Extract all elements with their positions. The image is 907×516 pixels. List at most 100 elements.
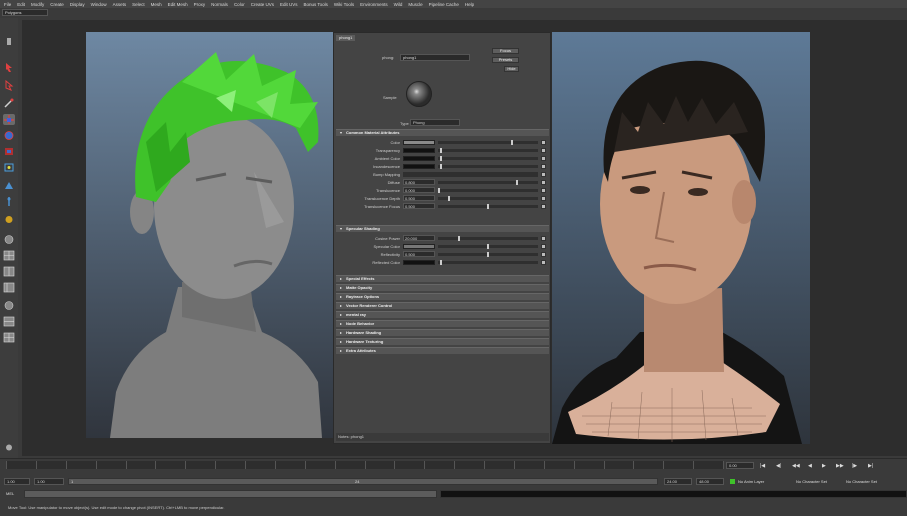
menu-create-uvs[interactable]: Create UVs — [251, 2, 274, 7]
reflected-color-swatch[interactable] — [403, 260, 435, 265]
character-set-selector[interactable]: No Character Set — [796, 479, 827, 484]
go-to-start-icon[interactable]: |◀ — [760, 463, 765, 469]
menu-muscle[interactable]: Muscle — [408, 2, 422, 7]
current-frame-field[interactable]: 0.00 — [726, 462, 754, 469]
show-manipulator-icon[interactable] — [3, 196, 15, 207]
diffuse-field[interactable]: 0.800 — [403, 179, 435, 185]
step-forward-key-icon[interactable]: |▶ — [852, 463, 857, 469]
end-time-field[interactable]: 48.00 — [696, 478, 724, 485]
reflectivity-field[interactable]: 0.500 — [403, 251, 435, 257]
menu-environments[interactable]: Environments — [360, 2, 388, 7]
soft-modification-icon[interactable] — [3, 180, 15, 191]
menu-wiki-tools[interactable]: Wiki Tools — [334, 2, 354, 7]
play-backward-icon[interactable]: ◀ — [808, 463, 812, 469]
map-button-icon[interactable] — [541, 236, 546, 241]
menu-window[interactable]: Window — [91, 2, 107, 7]
focus-button[interactable]: Focus — [492, 48, 519, 54]
section-node-behavior[interactable]: ▸ Node Behavior — [336, 320, 549, 327]
toolbox-toggle-icon[interactable] — [3, 442, 15, 453]
menu-edit-uvs[interactable]: Edit UVs — [280, 2, 298, 7]
color-slider[interactable] — [438, 140, 538, 145]
select-tool-icon[interactable] — [3, 62, 15, 73]
section-common-material[interactable]: ▾ Common Material Attributes — [336, 129, 549, 136]
start-range-field[interactable]: 1.00 — [34, 478, 64, 485]
menu-edit[interactable]: Edit — [17, 2, 25, 7]
translucence-field[interactable]: 0.000 — [403, 187, 435, 193]
section-special-effects[interactable]: ▸ Special Effects — [336, 275, 549, 282]
scale-tool-icon[interactable] — [3, 146, 15, 157]
layout-side-by-side-icon[interactable] — [3, 266, 15, 277]
map-button-icon[interactable] — [541, 196, 546, 201]
map-button-icon[interactable] — [541, 188, 546, 193]
incandescence-swatch[interactable] — [403, 164, 435, 169]
bump-field[interactable] — [403, 172, 538, 177]
lasso-tool-icon[interactable] — [3, 80, 15, 91]
presets-button[interactable]: Presets — [492, 57, 519, 63]
menu-modify[interactable]: Modify — [31, 2, 44, 7]
map-button-icon[interactable] — [541, 156, 546, 161]
menu-create[interactable]: Create — [50, 2, 64, 7]
color-swatch[interactable] — [403, 140, 435, 145]
layout-single-pane-icon[interactable] — [3, 234, 15, 245]
menu-file[interactable]: File — [4, 2, 11, 7]
map-button-icon[interactable] — [541, 260, 546, 265]
end-range-field[interactable]: 24.00 — [664, 478, 692, 485]
ambient-swatch[interactable] — [403, 156, 435, 161]
menu-mesh[interactable]: Mesh — [151, 2, 162, 7]
menu-color[interactable]: Color — [234, 2, 245, 7]
transparency-slider[interactable] — [438, 148, 538, 153]
map-button-icon[interactable] — [541, 244, 546, 249]
translucence-focus-slider[interactable] — [438, 204, 538, 209]
menu-wild[interactable]: Wild — [394, 2, 403, 7]
map-button-icon[interactable] — [541, 252, 546, 257]
specular-color-swatch[interactable] — [403, 244, 435, 249]
menu-normals[interactable]: Normals — [211, 2, 228, 7]
menu-help[interactable]: Help — [465, 2, 474, 7]
incandescence-slider[interactable] — [438, 164, 538, 169]
diffuse-slider[interactable] — [438, 180, 538, 185]
go-to-end-icon[interactable]: ▶| — [868, 463, 873, 469]
section-specular-shading[interactable]: ▾ Specular Shading — [336, 225, 549, 232]
menu-bonus-tools[interactable]: Bonus Tools — [303, 2, 327, 7]
notes-field[interactable]: Notes: phong1 — [336, 433, 549, 441]
section-mental-ray[interactable]: ▸ mental ray — [336, 311, 549, 318]
viewport-render[interactable] — [552, 32, 810, 444]
section-extra-attributes[interactable]: ▸ Extra Attributes — [336, 347, 549, 354]
character-set-selector-2[interactable]: No Character Set — [846, 479, 877, 484]
start-time-field[interactable]: 1.00 — [4, 478, 30, 485]
layout-persp-graph-icon[interactable] — [3, 300, 15, 311]
section-matte-opacity[interactable]: ▸ Matte Opacity — [336, 284, 549, 291]
reflected-color-slider[interactable] — [438, 260, 538, 265]
translucence-depth-slider[interactable] — [438, 196, 538, 201]
menu-proxy[interactable]: Proxy — [194, 2, 206, 7]
translucence-slider[interactable] — [438, 188, 538, 193]
map-button-icon[interactable] — [541, 148, 546, 153]
section-hardware-shading[interactable]: ▸ Hardware Shading — [336, 329, 549, 336]
section-hardware-texturing[interactable]: ▸ Hardware Texturing — [336, 338, 549, 345]
time-slider-track[interactable] — [6, 461, 724, 469]
command-language-label[interactable]: MEL — [6, 491, 14, 496]
command-input[interactable] — [24, 490, 437, 498]
map-button-icon[interactable] — [541, 164, 546, 169]
universal-manipulator-icon[interactable] — [3, 162, 15, 173]
specular-color-slider[interactable] — [438, 244, 538, 249]
reflectivity-slider[interactable] — [438, 252, 538, 257]
ambient-slider[interactable] — [438, 156, 538, 161]
paint-select-tool-icon[interactable] — [3, 98, 15, 109]
grab-handle-icon[interactable] — [3, 36, 15, 47]
step-forward-frame-icon[interactable]: ▶▶ — [836, 463, 844, 469]
cosine-power-slider[interactable] — [438, 236, 538, 241]
translucence-depth-field[interactable]: 0.500 — [403, 195, 435, 201]
step-back-frame-icon[interactable]: ◀◀ — [792, 463, 800, 469]
transparency-swatch[interactable] — [403, 148, 435, 153]
layout-hypershade-icon[interactable] — [3, 316, 15, 327]
menu-pipeline-cache[interactable]: Pipeline Cache — [429, 2, 459, 7]
range-slider[interactable]: 1 24 — [68, 478, 658, 485]
map-button-icon[interactable] — [541, 172, 546, 177]
section-vector-renderer[interactable]: ▸ Vector Renderer Control — [336, 302, 549, 309]
map-button-icon[interactable] — [541, 180, 546, 185]
translucence-focus-field[interactable]: 0.500 — [403, 203, 435, 209]
move-tool-icon[interactable] — [3, 114, 15, 125]
play-forward-icon[interactable]: ▶ — [822, 463, 826, 469]
map-button-icon[interactable] — [541, 140, 546, 145]
